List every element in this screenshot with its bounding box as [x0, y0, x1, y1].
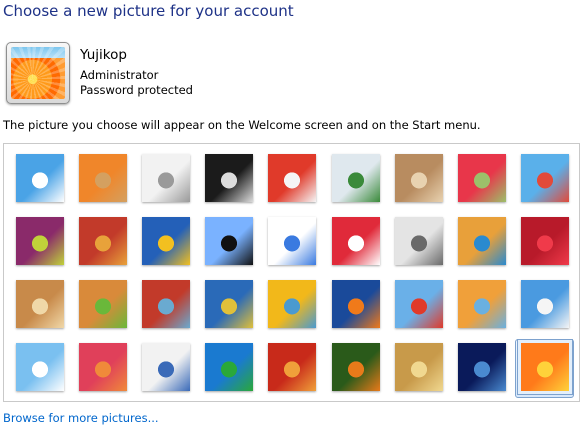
picture-tile-green-window[interactable] — [205, 343, 253, 391]
picture-tile-sailboat[interactable] — [521, 280, 569, 328]
picture-tile-jacks[interactable] — [395, 217, 443, 265]
account-picture — [11, 47, 65, 99]
account-picture-frame — [6, 42, 70, 104]
picture-tile-marbles[interactable] — [142, 343, 190, 391]
picture-tile-soccer-ball[interactable] — [16, 343, 64, 391]
picture-tile-pomeranian[interactable] — [79, 280, 127, 328]
picture-tile-lucky-cat[interactable] — [268, 154, 316, 202]
picture-tile-butterfly[interactable] — [332, 343, 380, 391]
picture-tile-robot-toy[interactable] — [142, 154, 190, 202]
account-role: Administrator — [80, 68, 159, 82]
picture-tile-lighthouse[interactable] — [458, 343, 506, 391]
picture-tile-silk-fabric[interactable] — [205, 280, 253, 328]
picture-tile-dog-border-collie[interactable] — [205, 217, 253, 265]
picture-tile-spinning-top[interactable] — [332, 154, 380, 202]
page-title: Choose a new picture for your account — [3, 2, 294, 20]
picture-tile-pink-stripes[interactable] — [79, 343, 127, 391]
picture-tile-red-star-flower[interactable] — [332, 217, 380, 265]
picture-grid — [3, 143, 580, 402]
account-name: Yujikop — [80, 47, 127, 63]
picture-tile-stairs[interactable] — [458, 217, 506, 265]
picture-tile-fish[interactable] — [332, 280, 380, 328]
picture-description: The picture you choose will appear on th… — [3, 118, 481, 132]
picture-tile-striped-ball[interactable] — [16, 217, 64, 265]
picture-tile-orange-flower[interactable] — [517, 339, 573, 395]
picture-tile-shell-spiral[interactable] — [395, 343, 443, 391]
picture-tile-guitar[interactable] — [16, 280, 64, 328]
browse-more-pictures-link[interactable]: Browse for more pictures... — [3, 411, 159, 425]
picture-tile-sunflower[interactable] — [268, 280, 316, 328]
picture-tile-woven-cloth[interactable] — [268, 343, 316, 391]
picture-tile-hot-air-balloon[interactable] — [395, 280, 443, 328]
picture-tile-red-flower[interactable] — [458, 154, 506, 202]
picture-tile-paper-crane[interactable] — [521, 217, 569, 265]
picture-tile-fabric-stripes[interactable] — [79, 217, 127, 265]
picture-tile-kitten[interactable] — [395, 154, 443, 202]
picture-tile-starfish[interactable] — [79, 154, 127, 202]
picture-tile-tin-robot[interactable] — [142, 280, 190, 328]
account-status: Password protected — [80, 83, 193, 97]
picture-tile-roller-coaster[interactable] — [16, 154, 64, 202]
picture-tile-record-player[interactable] — [205, 154, 253, 202]
picture-tile-doll[interactable] — [458, 280, 506, 328]
picture-tile-crayons[interactable] — [268, 217, 316, 265]
picture-tile-ferris-wheel[interactable] — [521, 154, 569, 202]
picture-tile-yellow-leaf[interactable] — [142, 217, 190, 265]
